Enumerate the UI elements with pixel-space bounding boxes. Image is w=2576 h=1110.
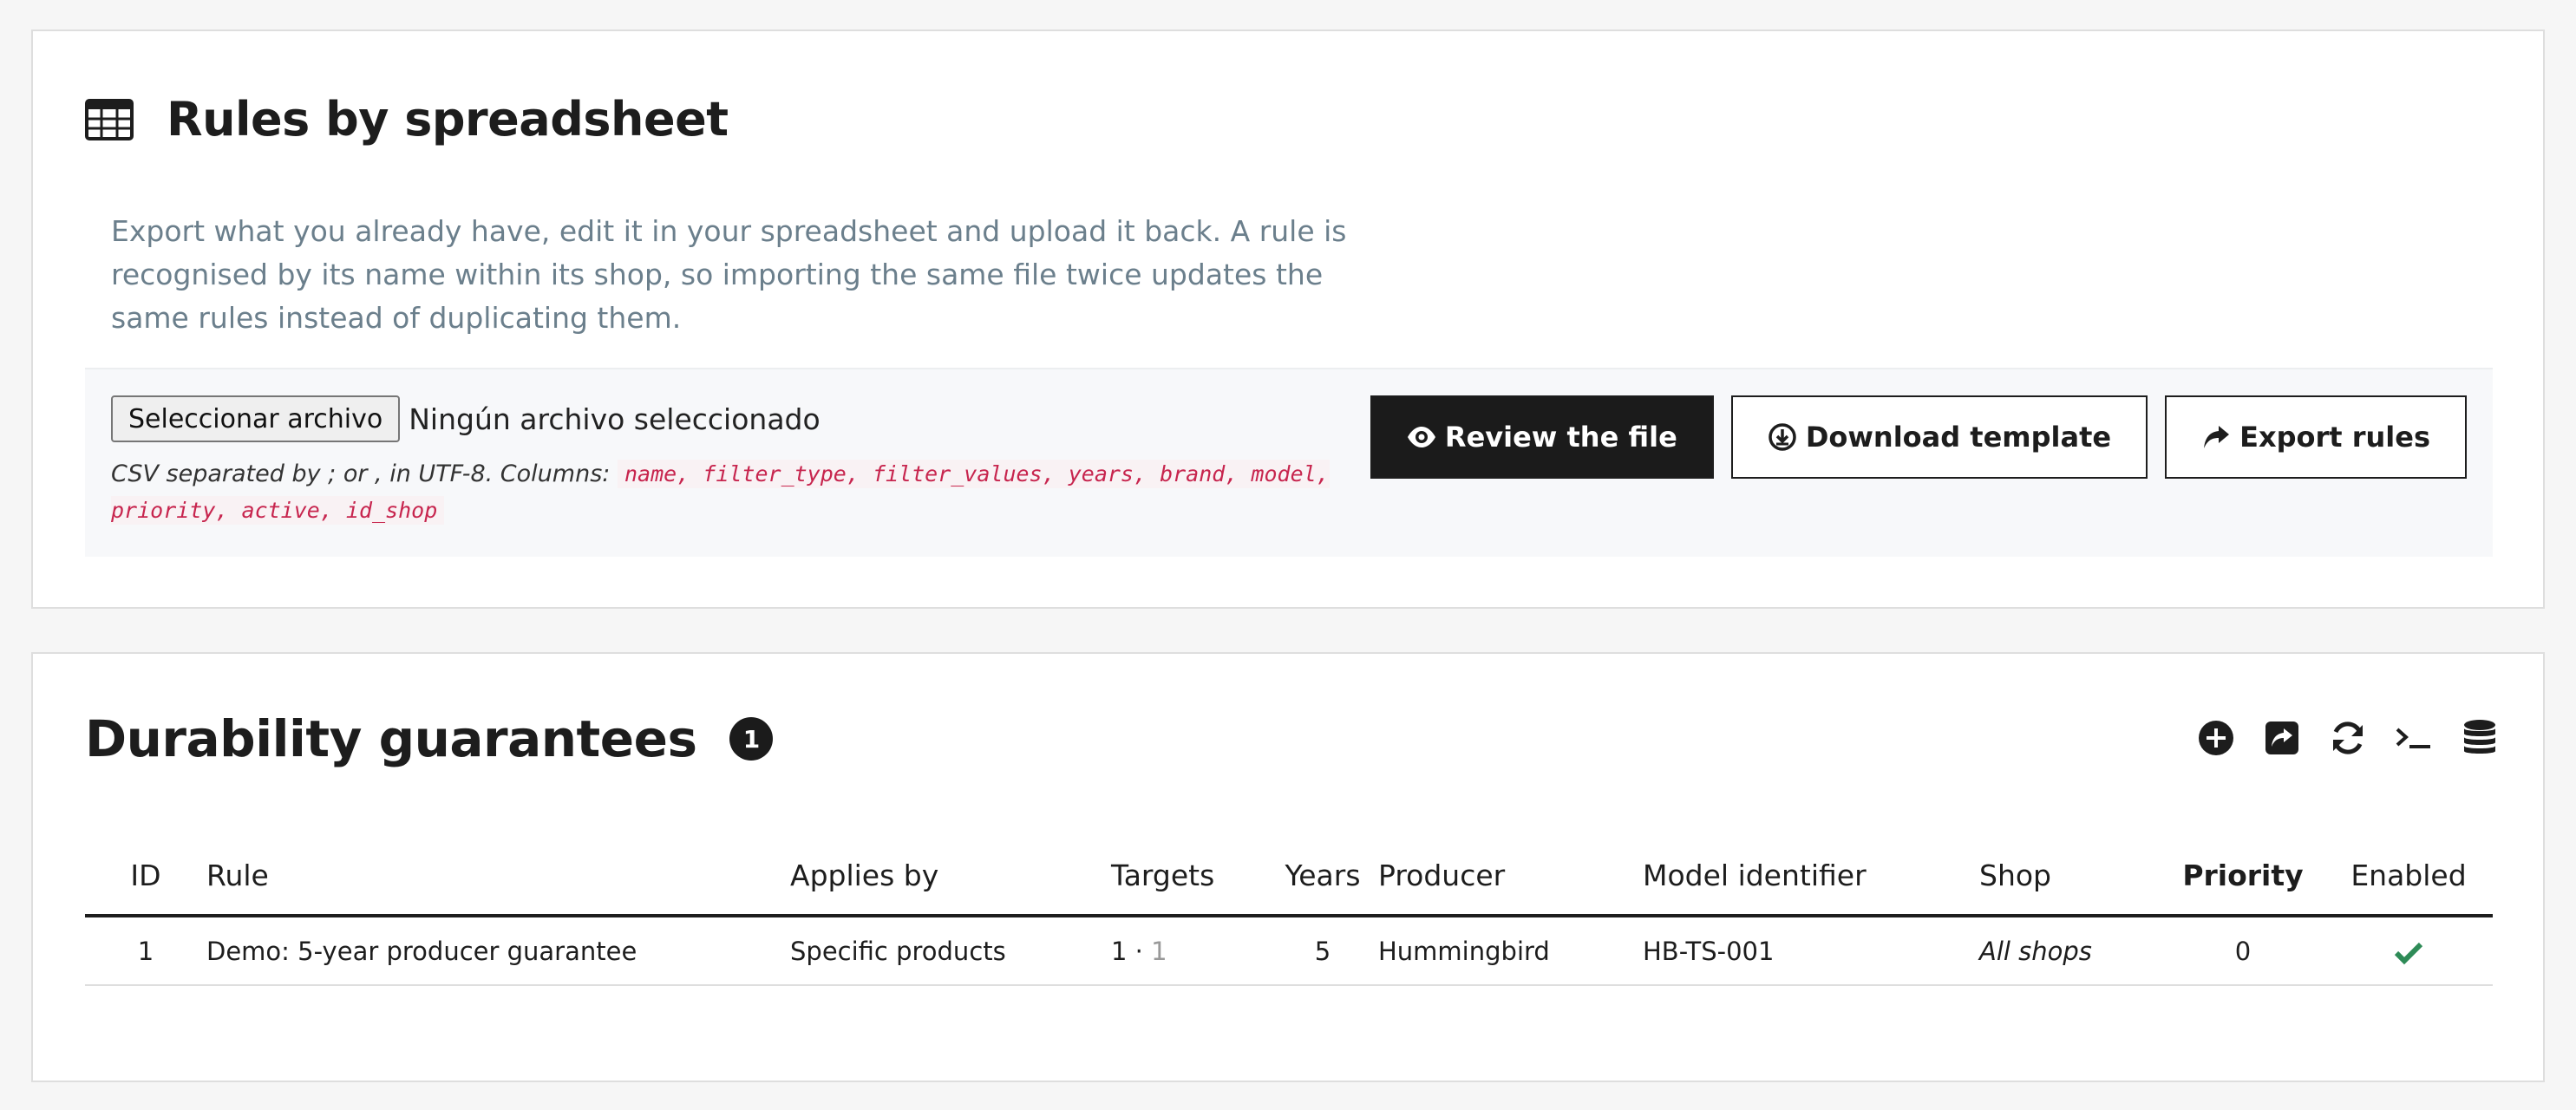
eye-icon (1407, 427, 1435, 447)
upload-area: Seleccionar archivo Ningún archivo selec… (85, 368, 2493, 557)
terminal-icon (2396, 728, 2430, 748)
sql-query-button[interactable] (2394, 718, 2434, 758)
share-square-icon (2265, 722, 2298, 754)
export-rules-label: Export rules (2239, 421, 2430, 454)
table-icon (85, 98, 134, 140)
cell-priority: 0 (2161, 916, 2324, 986)
spreadsheet-description: Export what you already have, edit it in… (111, 214, 1347, 335)
database-icon (2464, 720, 2495, 754)
database-button[interactable] (2460, 718, 2500, 758)
column-header-model[interactable]: Model identifier (1643, 836, 1979, 917)
targets-separator: · (1127, 936, 1152, 966)
targets-extra: 1 (1151, 936, 1167, 966)
cell-rule: Demo: 5-year producer guarantee (206, 916, 790, 986)
column-header-id[interactable]: ID (85, 836, 206, 917)
spreadsheet-header: Rules by spreadsheet (85, 92, 729, 147)
cell-enabled[interactable] (2324, 916, 2493, 986)
add-rule-button[interactable] (2196, 718, 2236, 758)
cell-years: 5 (1267, 916, 1378, 986)
review-file-button[interactable]: Review the file (1370, 395, 1714, 479)
column-header-rule[interactable]: Rule (206, 836, 790, 917)
review-file-label: Review the file (1444, 421, 1677, 454)
column-header-applies-by[interactable]: Applies by (790, 836, 1111, 917)
plus-circle-icon (2199, 721, 2233, 755)
column-header-targets[interactable]: Targets (1111, 836, 1267, 917)
download-template-label: Download template (1805, 421, 2112, 454)
import-actions: Review the file Download template Export… (1370, 395, 2467, 479)
check-icon (2394, 942, 2423, 964)
cell-shop: All shops (1979, 916, 2161, 986)
guarantees-table: ID Rule Applies by Targets Years Produce… (85, 836, 2493, 986)
column-header-producer[interactable]: Producer (1378, 836, 1643, 917)
cell-id: 1 (85, 916, 206, 986)
file-input-row: Seleccionar archivo Ningún archivo selec… (111, 395, 821, 442)
download-circle-icon (1769, 423, 1796, 451)
csv-help-text: CSV separated by ; or , in UTF-8. Column… (111, 456, 1395, 529)
choose-file-button[interactable]: Seleccionar archivo (111, 395, 401, 442)
refresh-icon (2333, 722, 2363, 754)
file-status-text: Ningún archivo seleccionado (409, 402, 821, 436)
list-toolbar (2196, 718, 2500, 758)
column-header-enabled[interactable]: Enabled (2324, 836, 2493, 917)
column-header-priority[interactable]: Priority (2161, 836, 2324, 917)
download-template-button[interactable]: Download template (1730, 395, 2148, 479)
guarantees-panel: Durability guarantees 1 ID Rule Applies … (31, 652, 2545, 1082)
guarantees-title: Durability guarantees (85, 709, 697, 768)
table-row[interactable]: 1 Demo: 5-year producer guarantee Specif… (85, 916, 2493, 986)
spreadsheet-panel: Rules by spreadsheet Export what you alr… (31, 29, 2545, 609)
export-rules-button[interactable]: Export rules (2165, 395, 2467, 479)
column-header-years[interactable]: Years (1267, 836, 1378, 917)
spreadsheet-title: Rules by spreadsheet (167, 92, 729, 147)
export-list-button[interactable] (2262, 718, 2302, 758)
cell-targets: 1 · 1 (1111, 916, 1267, 986)
csv-help-prefix: CSV separated by ; or , in UTF-8. Column… (111, 460, 611, 487)
rule-count-badge: 1 (729, 717, 774, 761)
cell-model: HB-TS-001 (1643, 916, 1979, 986)
share-arrow-icon (2204, 426, 2230, 448)
table-header-row: ID Rule Applies by Targets Years Produce… (85, 836, 2493, 917)
guarantees-header: Durability guarantees 1 (85, 709, 774, 768)
column-header-shop[interactable]: Shop (1979, 836, 2161, 917)
targets-count: 1 (1111, 936, 1128, 966)
cell-applies-by: Specific products (790, 916, 1111, 986)
cell-producer: Hummingbird (1378, 916, 1643, 986)
refresh-list-button[interactable] (2328, 718, 2368, 758)
